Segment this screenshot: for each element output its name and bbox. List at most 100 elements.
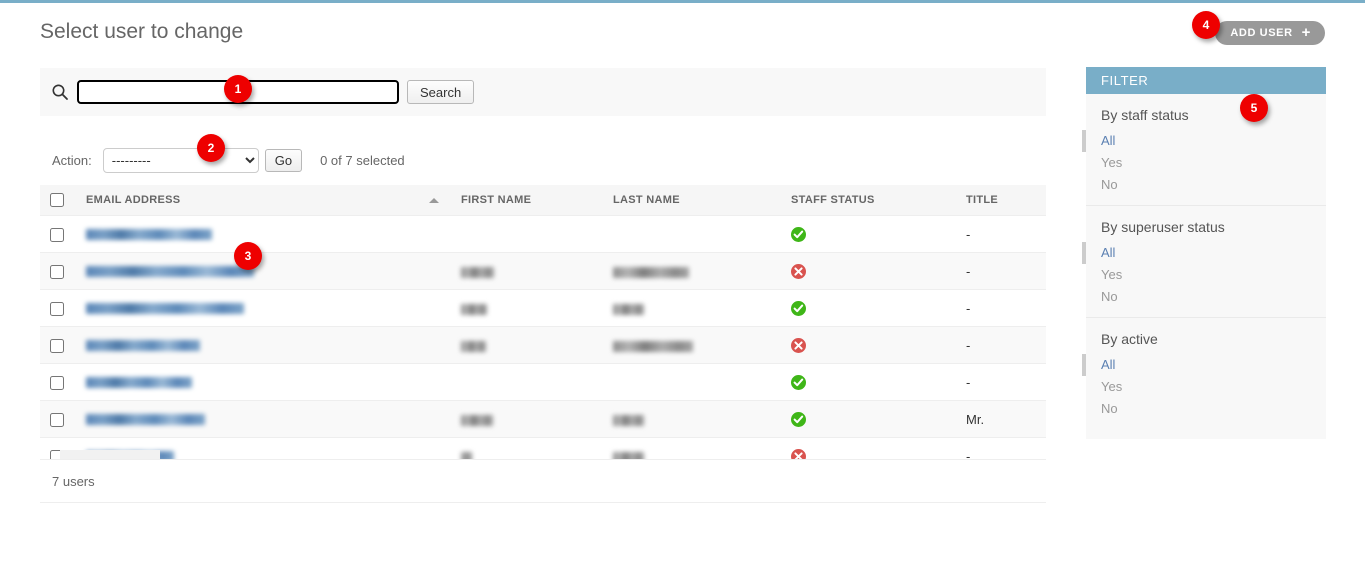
redacted-email-text bbox=[86, 266, 254, 278]
title-cell: Mr. bbox=[956, 400, 1046, 439]
email-link[interactable] bbox=[86, 228, 441, 241]
filter-option[interactable]: All bbox=[1082, 242, 1326, 264]
column-header-select-all bbox=[40, 185, 76, 216]
email-link[interactable] bbox=[86, 302, 441, 315]
title-value: - bbox=[966, 300, 971, 316]
redacted-email-text bbox=[86, 340, 200, 352]
redacted-email-text bbox=[86, 229, 212, 241]
column-header-staff-status[interactable]: STAFF STATUS bbox=[781, 185, 956, 216]
redacted-last-name-text bbox=[613, 414, 644, 426]
search-submit-button[interactable]: Search bbox=[407, 80, 475, 104]
column-header-last-name[interactable]: LAST NAME bbox=[603, 185, 781, 216]
email-link[interactable] bbox=[86, 413, 441, 426]
filter-option[interactable]: No bbox=[1082, 174, 1326, 196]
title-value: - bbox=[966, 337, 971, 353]
filter-groups: By staff status All Yes No By superuser stat… bbox=[1082, 94, 1326, 429]
filter-option[interactable]: Yes bbox=[1082, 376, 1326, 398]
search-icon bbox=[50, 82, 70, 102]
row-select-checkbox[interactable] bbox=[50, 376, 64, 391]
row-select-checkbox[interactable] bbox=[50, 227, 64, 242]
annotation-marker-4: 4 bbox=[1192, 11, 1220, 39]
redacted-first-name-text bbox=[461, 340, 486, 352]
filter-option-link[interactable]: Yes bbox=[1101, 155, 1122, 170]
sort-ascending-icon[interactable] bbox=[429, 198, 439, 203]
check-circle-icon bbox=[791, 375, 806, 391]
row-select-checkbox[interactable] bbox=[50, 339, 64, 353]
filter-option-link[interactable]: All bbox=[1101, 133, 1115, 148]
filter-option[interactable]: No bbox=[1082, 398, 1326, 420]
action-go-button[interactable]: Go bbox=[264, 148, 303, 172]
row-select-checkbox[interactable] bbox=[50, 264, 64, 279]
last-name-cell bbox=[603, 252, 781, 291]
filter-option[interactable]: No bbox=[1082, 286, 1326, 308]
filter-option-link[interactable]: Yes bbox=[1101, 267, 1122, 282]
filter-group: By active All Yes No bbox=[1082, 317, 1326, 429]
title-cell: - bbox=[956, 215, 1046, 254]
title-cell: - bbox=[956, 326, 1046, 365]
table-header-row: EMAIL ADDRESS FIRST NAME LAST NAME STAFF… bbox=[40, 185, 1046, 216]
table-row: - bbox=[40, 363, 1046, 402]
main-content: Select user to change Search Action: ---… bbox=[40, 15, 1046, 503]
column-header-email[interactable]: EMAIL ADDRESS bbox=[76, 185, 451, 216]
filter-option[interactable]: Yes bbox=[1082, 152, 1326, 174]
filter-option[interactable]: All bbox=[1082, 354, 1326, 376]
filter-option-list: All Yes No bbox=[1082, 354, 1326, 429]
redacted-last-name-text bbox=[613, 340, 693, 352]
filter-option-link[interactable]: No bbox=[1101, 177, 1118, 192]
row-select-cell bbox=[40, 215, 76, 254]
email-cell bbox=[76, 252, 451, 291]
filter-option[interactable]: All bbox=[1082, 130, 1326, 152]
title-cell: - bbox=[956, 252, 1046, 291]
object-tools: ADD USER + bbox=[1215, 21, 1325, 45]
last-name-cell bbox=[603, 363, 781, 402]
column-header-first-name[interactable]: FIRST NAME bbox=[451, 185, 603, 216]
column-header-title[interactable]: TITLE bbox=[956, 185, 1046, 216]
email-link[interactable] bbox=[86, 376, 441, 389]
staff-status-cell bbox=[781, 252, 956, 291]
first-name-cell bbox=[451, 289, 603, 328]
email-cell bbox=[76, 363, 451, 402]
filter-option-link[interactable]: All bbox=[1101, 357, 1115, 372]
row-select-checkbox[interactable] bbox=[50, 413, 64, 428]
redacted-first-name-text bbox=[461, 303, 487, 315]
annotation-marker-3: 3 bbox=[234, 242, 262, 270]
select-all-checkbox[interactable] bbox=[50, 193, 64, 207]
redacted-last-name-text bbox=[613, 303, 644, 315]
selection-counter: 0 of 7 selected bbox=[320, 152, 405, 168]
email-cell bbox=[76, 215, 451, 254]
action-label: Action: bbox=[52, 152, 92, 168]
last-name-cell bbox=[603, 289, 781, 328]
first-name-cell bbox=[451, 326, 603, 365]
email-link[interactable] bbox=[86, 339, 441, 352]
check-circle-icon bbox=[791, 412, 806, 428]
filter-group-title: By superuser status bbox=[1101, 219, 1225, 235]
last-name-cell bbox=[603, 326, 781, 365]
filter-group: By staff status All Yes No bbox=[1082, 94, 1326, 205]
horizontal-scrollbar[interactable] bbox=[60, 450, 160, 459]
filter-option-link[interactable]: No bbox=[1101, 401, 1118, 416]
check-circle-icon bbox=[791, 301, 806, 317]
row-select-checkbox[interactable] bbox=[50, 301, 64, 316]
filter-option-link[interactable]: All bbox=[1101, 245, 1115, 260]
email-cell bbox=[76, 289, 451, 328]
add-user-button[interactable]: ADD USER + bbox=[1215, 21, 1325, 45]
result-count: 7 users bbox=[40, 459, 1046, 503]
x-circle-icon bbox=[791, 264, 806, 280]
filter-sidebar: FILTER By staff status All Yes No By superus… bbox=[1082, 67, 1326, 439]
action-select[interactable]: --------- bbox=[102, 147, 259, 173]
filter-option[interactable]: Yes bbox=[1082, 264, 1326, 286]
staff-status-cell bbox=[781, 326, 956, 365]
table-head: EMAIL ADDRESS FIRST NAME LAST NAME STAFF… bbox=[40, 185, 1046, 216]
email-link[interactable] bbox=[86, 265, 441, 278]
filter-option-list: All Yes No bbox=[1082, 242, 1326, 317]
title-value: - bbox=[966, 226, 971, 242]
filter-option-list: All Yes No bbox=[1082, 130, 1326, 205]
row-select-cell bbox=[40, 289, 76, 328]
row-select-cell bbox=[40, 400, 76, 439]
filter-option-link[interactable]: Yes bbox=[1101, 379, 1122, 394]
plus-icon: + bbox=[1301, 24, 1311, 41]
column-header-title-label: TITLE bbox=[966, 194, 999, 206]
title-value: Mr. bbox=[966, 411, 985, 427]
filter-option-link[interactable]: No bbox=[1101, 289, 1118, 304]
title-value: - bbox=[966, 374, 971, 390]
